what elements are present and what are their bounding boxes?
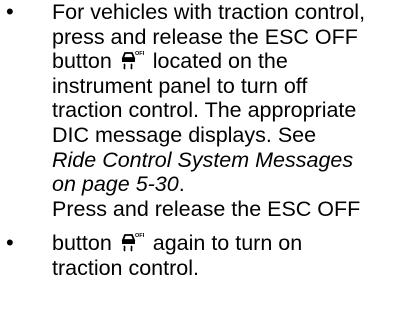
text-segment: located on the bbox=[152, 49, 288, 74]
cross-reference-link: Ride Control System Messages bbox=[52, 147, 354, 172]
svg-text:OFF: OFF bbox=[135, 51, 144, 57]
bullet-dot: • bbox=[6, 230, 14, 256]
text-line: traction control. The appropriate bbox=[52, 98, 357, 123]
period: . bbox=[178, 172, 185, 197]
text-line: button OFF located on the bbox=[52, 49, 288, 73]
text-segment: button bbox=[52, 49, 112, 74]
text-line: on page 5-30. bbox=[52, 172, 185, 196]
esc-off-icon: OFF bbox=[120, 49, 146, 71]
text-line: Press and release the ESC OFF bbox=[52, 196, 361, 221]
text-line: press and release the ESC OFF bbox=[52, 24, 358, 49]
text-line: traction control. bbox=[52, 255, 199, 280]
text-line: For vehicles with traction control, bbox=[52, 0, 366, 24]
text-segment: button bbox=[52, 231, 112, 256]
esc-off-icon: OFF bbox=[120, 231, 146, 253]
svg-text:OFF: OFF bbox=[135, 233, 144, 239]
page-reference: on page 5-30 bbox=[52, 172, 179, 197]
text-line: DIC message displays. See bbox=[52, 123, 317, 147]
text-segment: again to turn on bbox=[152, 231, 303, 256]
text-line: button OFF again to turn on bbox=[52, 231, 302, 255]
bullet-dot: • bbox=[6, 0, 14, 24]
text-line: instrument panel to turn off bbox=[52, 73, 308, 98]
